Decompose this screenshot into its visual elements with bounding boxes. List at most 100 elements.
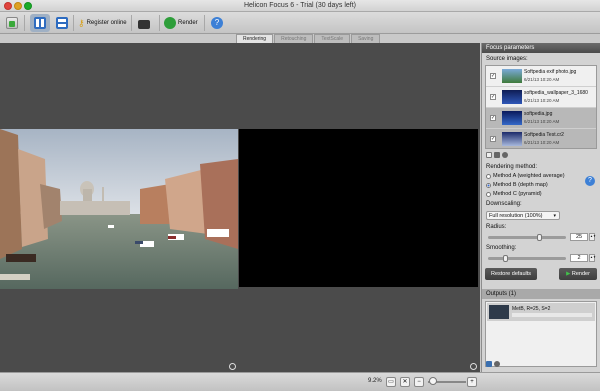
source-date: 6/21/13 10:20 AM <box>524 98 560 103</box>
method-b-label: Method B (depth map) <box>493 182 548 188</box>
downscaling-select[interactable]: Full resolution (100%) ▾ <box>486 211 560 220</box>
help-button[interactable]: ? <box>211 14 223 32</box>
list-item[interactable]: ✓ Softpedia Test.cr2 6/21/13 10:20 AM <box>486 129 596 148</box>
method-a-radio[interactable]: Method A (weighted average) <box>486 173 565 179</box>
output-progress <box>512 313 592 317</box>
layout-list-button[interactable] <box>54 14 70 32</box>
radius-field[interactable]: 25 <box>570 233 588 241</box>
grid-icon[interactable] <box>494 152 500 158</box>
source-date: 6/21/13 10:20 AM <box>524 119 560 124</box>
downscaling-label: Downscaling: <box>486 201 522 207</box>
tab-retouching[interactable]: Retouching <box>274 34 314 43</box>
zoom-slider-knob[interactable] <box>429 377 437 385</box>
rendering-method-label: Rendering method: <box>486 164 538 170</box>
source-images-list: ✓ Softpedia exif photo.jpg 6/21/13 10:20… <box>485 65 597 149</box>
source-name: softpedia.jpg <box>524 111 553 117</box>
source-zoom-icon[interactable] <box>229 363 236 370</box>
smoothing-slider-knob[interactable] <box>503 255 508 262</box>
zoom-in-button[interactable]: + <box>467 377 477 387</box>
method-b-radio[interactable]: Method B (depth map) <box>486 182 548 188</box>
camera-control-button[interactable] <box>138 14 150 32</box>
play-icon: ▶ <box>566 271 571 277</box>
actual-size-button[interactable]: ✕ <box>400 377 410 387</box>
method-c-radio[interactable]: Method C (pyramid) <box>486 191 542 197</box>
output-image-preview[interactable] <box>239 129 478 287</box>
layout-split-button[interactable] <box>30 14 50 32</box>
smoothing-slider[interactable] <box>488 255 566 262</box>
method-c-label: Method C (pyramid) <box>493 191 542 197</box>
settings-icon[interactable] <box>494 361 500 367</box>
smoothing-stepper[interactable]: ▲▼ <box>589 254 596 262</box>
list-item[interactable]: ✓ Softpedia exif photo.jpg 6/21/13 10:20… <box>486 66 596 87</box>
source-name: Softpedia Test.cr2 <box>524 132 564 138</box>
help-icon: ? <box>211 17 223 29</box>
method-a-label: Method A (weighted average) <box>493 173 565 179</box>
radio-button[interactable] <box>486 191 491 197</box>
output-thumbnail <box>489 305 509 319</box>
source-checkbox[interactable]: ✓ <box>490 73 496 79</box>
source-checkbox[interactable]: ✓ <box>490 94 496 100</box>
panel-render-label: Render <box>571 271 590 277</box>
file-icon[interactable] <box>486 152 492 158</box>
radius-slider-knob[interactable] <box>537 234 542 241</box>
source-images-label: Source images: <box>486 56 528 62</box>
render-icon <box>164 17 176 29</box>
toolbar-separator <box>73 15 74 31</box>
panel-render-button[interactable]: ▶ Render <box>559 268 597 280</box>
add-images-button[interactable] <box>6 14 18 32</box>
tab-textscale[interactable]: TextScale <box>314 34 351 43</box>
status-bar: 9.2% ▭ ✕ − + <box>0 372 600 391</box>
toolbar-separator <box>204 15 205 31</box>
smoothing-field[interactable]: 2 <box>570 254 588 262</box>
output-zoom-icon[interactable] <box>470 363 477 370</box>
grid-icon[interactable] <box>486 361 492 367</box>
render-button[interactable]: Render <box>164 14 198 32</box>
chevron-down-icon: ▾ <box>553 213 556 219</box>
smoothing-label: Smoothing: <box>486 245 517 251</box>
camera-icon <box>138 19 150 29</box>
source-image-preview[interactable] <box>0 129 238 289</box>
zoom-value: 9.2% <box>368 378 382 384</box>
source-thumbnail <box>502 69 522 83</box>
outputs-list: MetB, R=25, S=2 <box>485 301 597 367</box>
add-images-icon <box>6 17 18 29</box>
radio-button[interactable] <box>486 173 491 179</box>
output-label: MetB, R=25, S=2 <box>512 306 551 312</box>
source-list-tools <box>486 152 508 158</box>
output-list-tools <box>486 361 500 367</box>
zoom-out-button[interactable]: − <box>414 377 424 387</box>
list-item[interactable]: ✓ softpedia.jpg 6/21/13 10:20 AM <box>486 108 596 129</box>
source-checkbox[interactable]: ✓ <box>490 115 496 121</box>
list-item[interactable]: ✓ softpedia_wallpaper_3_1680 6/21/13 10:… <box>486 87 596 108</box>
source-date: 6/21/13 10:20 AM <box>524 140 560 145</box>
register-online-button[interactable]: ⚷ Register online <box>78 14 127 32</box>
tab-rendering[interactable]: Rendering <box>236 34 274 43</box>
register-online-label: Register online <box>86 20 127 26</box>
split-view-icon <box>34 17 46 29</box>
venice-canal-photo <box>0 129 238 289</box>
source-thumbnail <box>502 132 522 146</box>
settings-icon[interactable] <box>502 152 508 158</box>
source-thumbnail <box>502 111 522 125</box>
restore-defaults-button[interactable]: Restore defaults <box>485 268 537 280</box>
fit-zoom-button[interactable]: ▭ <box>386 377 396 387</box>
radius-label: Radius: <box>486 224 507 230</box>
source-date: 6/21/13 10:20 AM <box>524 77 560 82</box>
toolbar-separator <box>24 15 25 31</box>
view-tabs: Rendering Retouching TextScale Saving <box>236 34 381 43</box>
radio-button[interactable] <box>486 182 491 188</box>
method-help-icon[interactable]: ? <box>585 176 595 186</box>
tab-saving[interactable]: Saving <box>351 34 381 43</box>
radius-stepper[interactable]: ▲▼ <box>589 233 596 241</box>
image-viewer <box>0 43 480 372</box>
source-checkbox[interactable]: ✓ <box>490 136 496 142</box>
toolbar: ⚷ Register online Render ? <box>0 12 600 34</box>
source-name: Softpedia exif photo.jpg <box>524 69 577 75</box>
source-name: softpedia_wallpaper_3_1680 <box>524 90 588 96</box>
radius-slider[interactable] <box>488 234 566 241</box>
outputs-header: Outputs (1) <box>482 289 600 299</box>
focus-parameters-panel: Focus parameters Source images: ✓ Softpe… <box>481 43 600 372</box>
toolbar-separator <box>159 15 160 31</box>
list-item[interactable]: MetB, R=25, S=2 <box>487 303 595 321</box>
downscaling-value: Full resolution (100%) <box>489 213 543 219</box>
